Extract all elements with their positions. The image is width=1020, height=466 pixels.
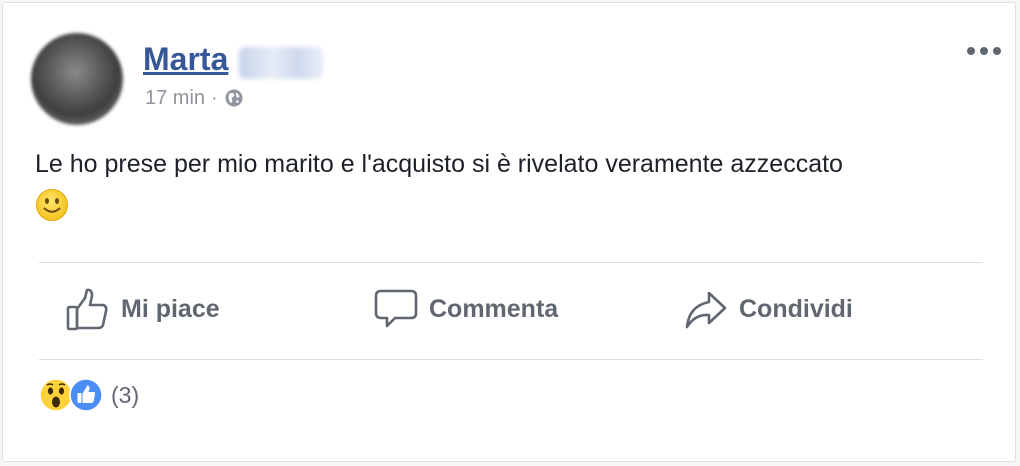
slightly-smiling-face-icon: [36, 189, 68, 221]
reaction-count[interactable]: (3): [111, 382, 139, 409]
globe-icon[interactable]: [224, 88, 244, 108]
thumbs-up-icon: [66, 288, 108, 331]
author-name-link[interactable]: Marta: [143, 41, 228, 81]
post-timestamp[interactable]: 17 min: [145, 87, 205, 110]
post-card: Marta 17 min · Le ho prese per mio marit…: [2, 2, 1016, 462]
share-button[interactable]: Condividi: [683, 283, 853, 335]
blurred-surname: [239, 47, 323, 79]
avatar[interactable]: [31, 33, 123, 125]
like-reaction-icon[interactable]: [69, 378, 103, 412]
share-arrow-icon: [685, 291, 727, 329]
meta-separator: ·: [211, 86, 218, 109]
post-meta: 17 min ·: [145, 86, 244, 110]
comment-label: Commenta: [429, 294, 559, 323]
wow-reaction-icon[interactable]: [39, 378, 73, 412]
reactions-summary[interactable]: (3): [39, 377, 139, 413]
post-text: Le ho prese per mio marito e l'acquisto …: [35, 150, 843, 178]
share-label: Condividi: [739, 294, 853, 323]
divider-bottom: [39, 359, 983, 360]
like-label: Mi piace: [121, 294, 220, 323]
more-dot: [980, 47, 988, 55]
comment-icon: [374, 289, 418, 328]
like-button[interactable]: Mi piace: [65, 283, 220, 335]
comment-button[interactable]: Commenta: [373, 283, 558, 335]
post-body: Le ho prese per mio marito e l'acquisto …: [35, 146, 975, 222]
divider-top: [39, 262, 983, 263]
more-dot: [993, 47, 1001, 55]
more-options-button[interactable]: [967, 39, 1001, 63]
more-dot: [967, 47, 975, 55]
